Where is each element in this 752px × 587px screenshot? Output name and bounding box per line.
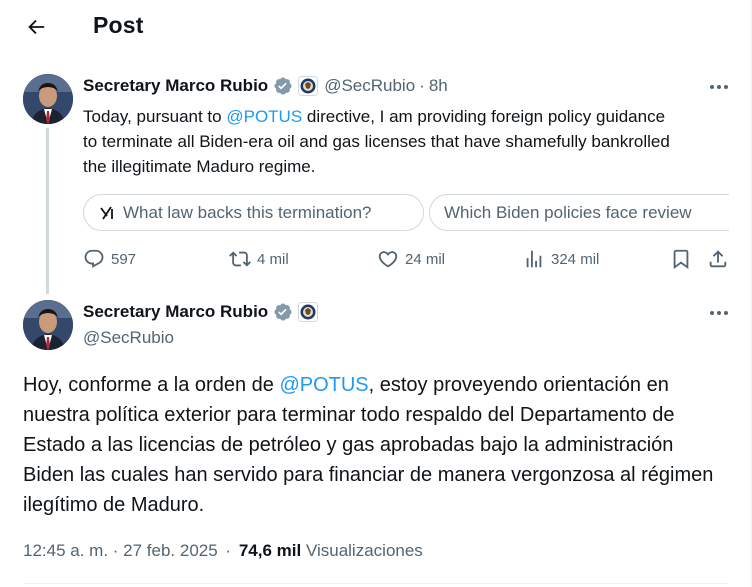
avatar[interactable] [23,300,73,350]
page-header: Post [0,0,752,53]
author-name[interactable]: Secretary Marco Rubio [83,76,268,96]
analytics-icon [526,250,542,268]
main-handle-line: @SecRubio [83,328,174,348]
separator-dot: · [419,76,425,95]
more-options-button[interactable] [704,77,734,97]
main-author-line: Secretary Marco Rubio [83,302,319,322]
like-count: 24 mil [405,250,446,268]
divider [23,583,728,584]
reply-button[interactable]: 597 [83,246,136,272]
share-icon [709,250,727,268]
government-affiliation-icon[interactable] [298,76,319,96]
verified-badge-icon[interactable] [273,302,293,322]
reply-icon [84,249,104,268]
post-timestamp[interactable]: 12:45 a. m. · 27 feb. 2025 [23,541,218,560]
author-handle[interactable]: @SecRubio [324,76,415,96]
heart-icon [378,251,398,268]
mention-link[interactable]: @POTUS [226,107,302,126]
views-button[interactable]: 324 mil [523,246,599,272]
views-count: 74,6 mil [238,541,302,560]
view-count: 324 mil [551,250,600,268]
chip-label: What law backs this termination? [123,202,372,222]
bookmark-icon [673,249,689,270]
more-options-button[interactable] [704,303,734,323]
page-title: Post [93,12,144,38]
post-meta: 12:45 a. m. · 27 feb. 2025 · 74,6 mil Vi… [23,541,423,561]
verified-badge-icon[interactable] [273,76,293,96]
thread-line [46,128,49,294]
mention-link[interactable]: @POTUS [279,374,368,396]
reply-count: 597 [111,250,137,268]
profile-photo [23,300,73,350]
like-button[interactable]: 24 mil [377,246,445,272]
government-affiliation-icon[interactable] [298,302,319,322]
post-time[interactable]: 8h [429,76,448,96]
separator-dot: · [225,541,232,560]
grok-icon [100,206,113,219]
repost-button[interactable]: 4 mil [229,246,289,272]
share-button[interactable] [707,246,729,272]
repost-count: 4 mil [257,250,289,268]
author-name[interactable]: Secretary Marco Rubio [83,302,268,322]
profile-photo [23,74,73,124]
bookmark-button[interactable] [670,246,692,272]
parent-author-line: Secretary Marco Rubio @SecRubio · 8h [83,76,448,96]
suggestion-chip[interactable]: Which Biden policies face review [429,194,729,231]
avatar[interactable] [23,74,73,124]
chip-scroll-area: Which Biden policies face review [429,194,729,232]
views-label: Visualizaciones [305,541,423,560]
more-dots-icon [710,85,728,89]
more-dots-icon [710,311,728,315]
chip-label: Which Biden policies face review [444,202,692,222]
main-tweet-text: Hoy, conforme a la orden de @POTUS, esto… [23,374,714,516]
repost-icon [229,251,251,267]
arrow-left-icon [28,19,45,35]
back-button[interactable] [20,12,52,42]
author-handle[interactable]: @SecRubio [83,328,174,348]
grok-suggestion-chip[interactable]: What law backs this termination? [83,194,424,231]
parent-tweet-text: Today, pursuant to @POTUS directive, I a… [83,107,670,176]
